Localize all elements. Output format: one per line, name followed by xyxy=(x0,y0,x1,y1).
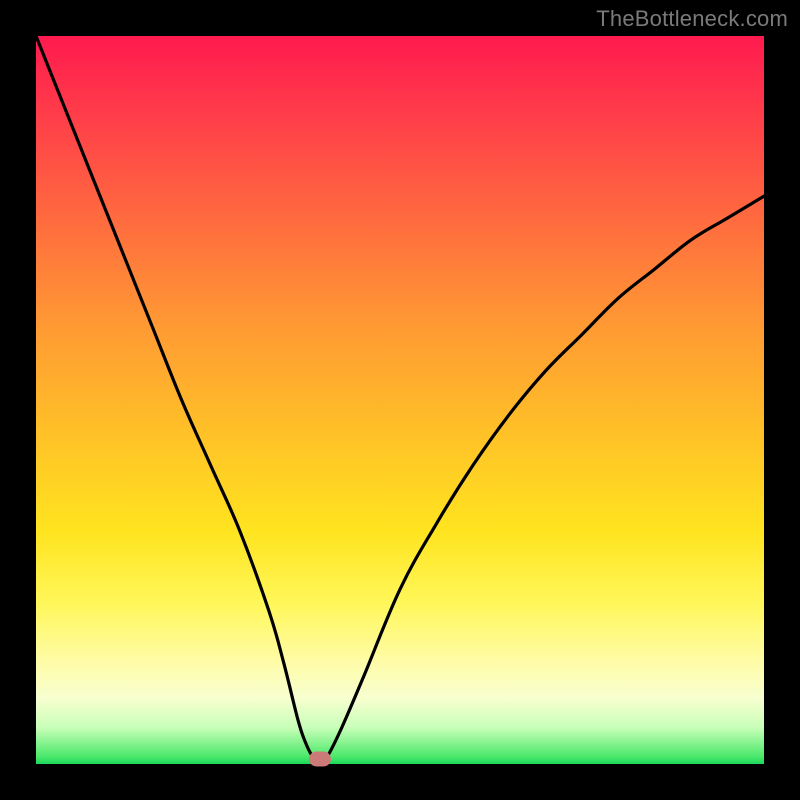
curve-overlay xyxy=(36,36,764,764)
chart-frame: TheBottleneck.com xyxy=(0,0,800,800)
watermark-text: TheBottleneck.com xyxy=(596,6,788,32)
optimal-point-marker xyxy=(309,752,331,767)
bottleneck-curve xyxy=(36,36,764,764)
